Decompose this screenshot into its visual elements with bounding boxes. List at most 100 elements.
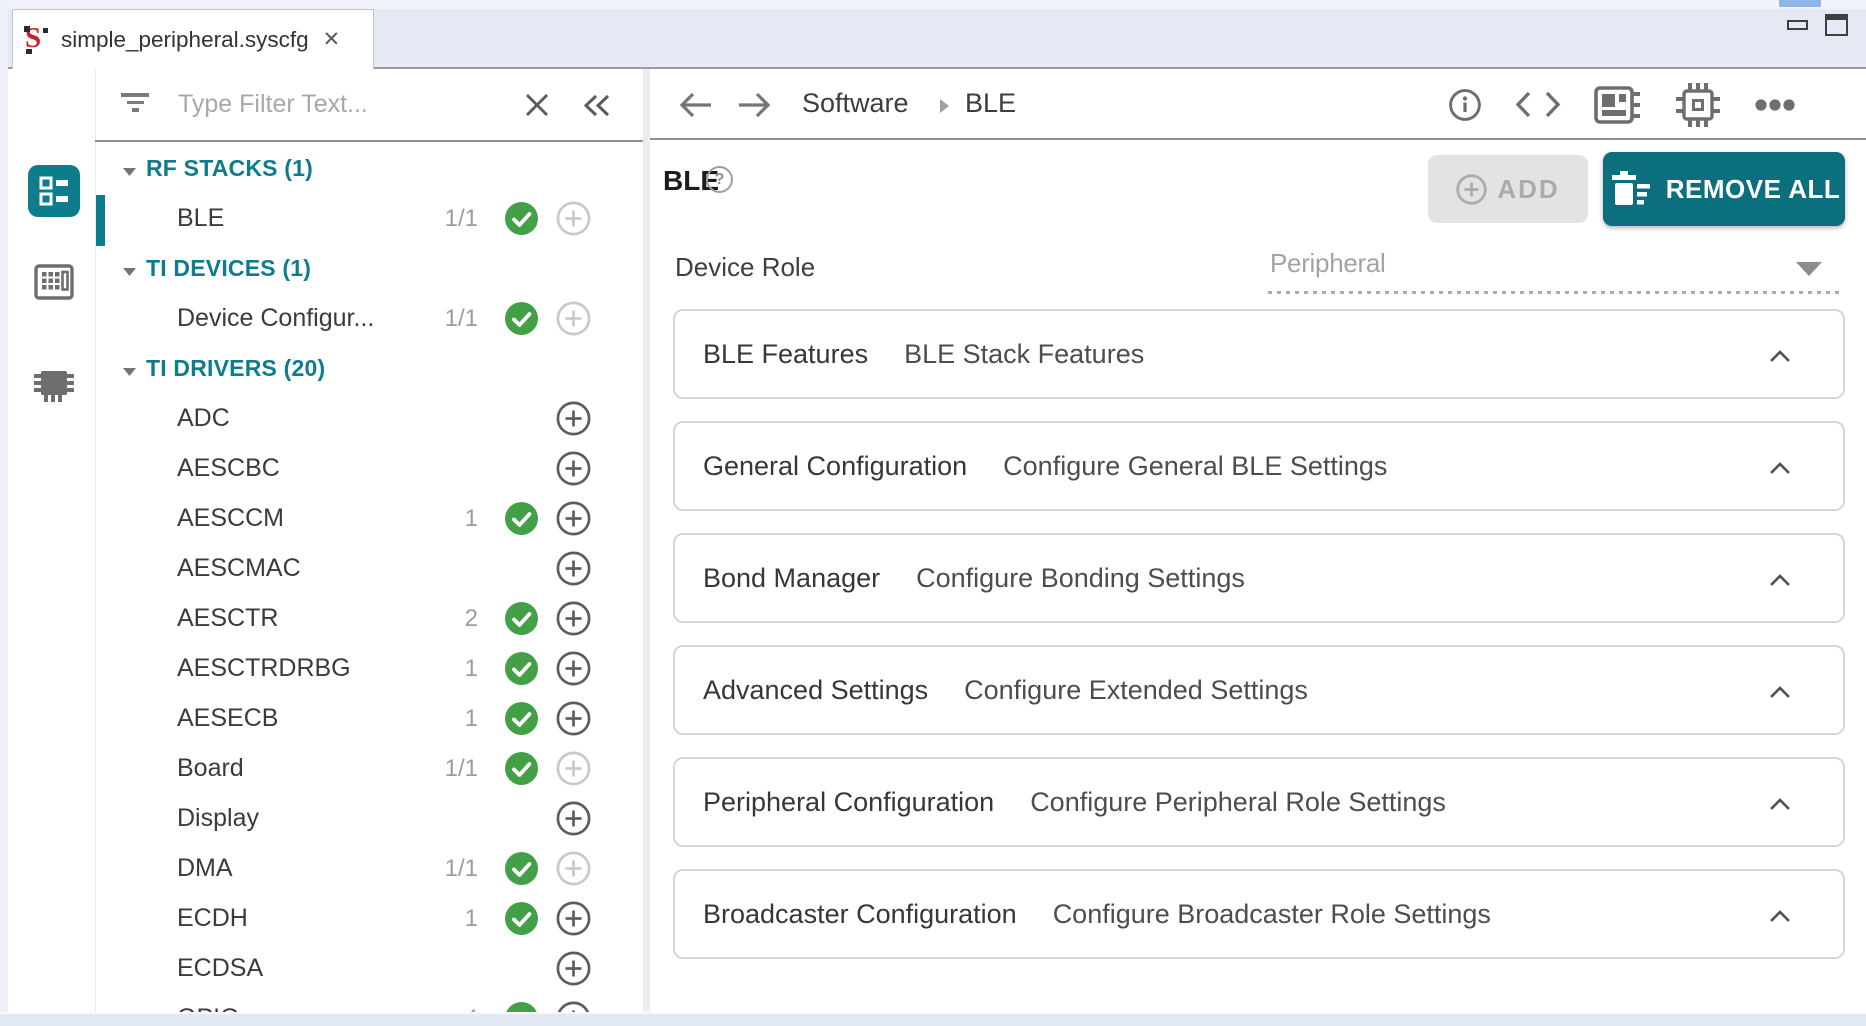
- tree-module-row[interactable]: AESCCM 1: [95, 493, 643, 543]
- forward-arrow-icon[interactable]: [736, 91, 772, 124]
- trash-list-icon: [1608, 171, 1654, 207]
- minimize-window-button[interactable]: [1787, 20, 1808, 30]
- board-pinmux-icon[interactable]: [1594, 84, 1642, 126]
- back-arrow-icon[interactable]: [678, 91, 714, 124]
- add-module-icon[interactable]: [556, 601, 591, 636]
- help-icon[interactable]: ?: [706, 166, 733, 193]
- view-rail: [8, 69, 96, 1012]
- add-module-icon[interactable]: [556, 851, 591, 886]
- sysconfig-window: S simple_peripheral.syscfg ✕: [0, 0, 1866, 1026]
- collapse-chevron-icon[interactable]: [1769, 462, 1791, 480]
- add-plus-icon: [1456, 174, 1487, 205]
- add-module-icon[interactable]: [556, 651, 591, 686]
- tree-module-row[interactable]: AESCTR 2: [95, 593, 643, 643]
- tree-module-label: DMA: [177, 854, 233, 883]
- section-title: General Configuration: [703, 451, 967, 482]
- tab-close-icon[interactable]: ✕: [323, 29, 341, 50]
- tree-module-label: AESECB: [177, 704, 278, 733]
- rail-device-view-button[interactable]: [28, 359, 80, 411]
- tree-module-row[interactable]: ADC: [95, 393, 643, 443]
- caret-down-icon: [122, 364, 137, 382]
- config-section-card[interactable]: Advanced Settings Configure Extended Set…: [673, 645, 1845, 735]
- collapse-chevron-icon[interactable]: [1769, 350, 1791, 368]
- collapse-chevron-icon[interactable]: [1769, 798, 1791, 816]
- add-button[interactable]: ADD: [1428, 155, 1588, 223]
- tree-module-row[interactable]: BLE 1/1: [95, 193, 643, 243]
- tree-module-label: BLE: [177, 204, 224, 233]
- code-icon[interactable]: [1515, 89, 1561, 120]
- add-module-icon[interactable]: [556, 401, 591, 436]
- tree-category-label: RF STACKS (1): [146, 155, 313, 182]
- filter-row: [96, 69, 643, 140]
- rail-board-view-button[interactable]: [28, 256, 80, 308]
- section-title: Broadcaster Configuration: [703, 899, 1017, 930]
- device-view-icon: [32, 364, 76, 406]
- tree-module-row[interactable]: DMA 1/1: [95, 843, 643, 893]
- config-section-card[interactable]: Peripheral Configuration Configure Perip…: [673, 757, 1845, 847]
- maximize-window-button[interactable]: [1825, 14, 1848, 36]
- add-module-icon[interactable]: [556, 451, 591, 486]
- collapse-chevron-icon[interactable]: [1769, 686, 1791, 704]
- editor-tab[interactable]: S simple_peripheral.syscfg ✕: [12, 9, 374, 69]
- check-badge-icon: [505, 602, 538, 635]
- tree-module-count: 1/1: [388, 755, 478, 783]
- add-module-icon[interactable]: [556, 901, 591, 936]
- config-section-card[interactable]: BLE Features BLE Stack Features: [673, 309, 1845, 399]
- breadcrumb-ble: BLE: [965, 88, 1016, 119]
- tree-module-row[interactable]: AESCMAC: [95, 543, 643, 593]
- info-icon[interactable]: [1448, 88, 1482, 122]
- tree-module-row[interactable]: Device Configur... 1/1: [95, 293, 643, 343]
- add-module-icon[interactable]: [556, 551, 591, 586]
- caret-down-icon: [122, 264, 137, 282]
- add-module-icon[interactable]: [556, 501, 591, 536]
- tree-module-row[interactable]: AESECB 1: [95, 693, 643, 743]
- tree-module-row[interactable]: AESCBC: [95, 443, 643, 493]
- config-section-card[interactable]: Broadcaster Configuration Configure Broa…: [673, 869, 1845, 959]
- device-role-select[interactable]: Peripheral: [1268, 234, 1840, 294]
- config-toolbar: Software BLE: [650, 69, 1866, 140]
- tree-module-row[interactable]: ECDH 1: [95, 893, 643, 943]
- section-subtitle: Configure Extended Settings: [964, 675, 1308, 706]
- add-module-icon[interactable]: [556, 201, 591, 236]
- tree-module-row[interactable]: ECDSA: [95, 943, 643, 993]
- collapse-panel-icon[interactable]: [583, 93, 611, 123]
- board-view-icon: [33, 262, 75, 302]
- tree-module-label: Board: [177, 754, 244, 783]
- section-subtitle: Configure Bonding Settings: [916, 563, 1245, 594]
- tree-module-row[interactable]: Display: [95, 793, 643, 843]
- chip-icon[interactable]: [1675, 82, 1721, 128]
- filter-input[interactable]: [176, 83, 506, 125]
- tree-category-row[interactable]: RF STACKS (1): [95, 143, 643, 193]
- add-module-icon[interactable]: [556, 701, 591, 736]
- overflow-menu-icon[interactable]: [1754, 98, 1796, 112]
- tree-category-label: TI DRIVERS (20): [146, 355, 325, 382]
- check-badge-icon: [505, 652, 538, 685]
- dropdown-caret-icon: [1796, 262, 1822, 276]
- tree-module-label: AESCTRDRBG: [177, 654, 351, 683]
- tree-module-row[interactable]: Board 1/1: [95, 743, 643, 793]
- check-badge-icon: [505, 852, 538, 885]
- select-underline: [1268, 291, 1840, 294]
- rail-software-view-button[interactable]: [28, 165, 80, 217]
- check-badge-icon: [505, 902, 538, 935]
- add-module-icon[interactable]: [556, 301, 591, 336]
- tree-module-count: 1: [388, 505, 478, 533]
- tree-module-row[interactable]: AESCTRDRBG 1: [95, 643, 643, 693]
- add-module-icon[interactable]: [556, 951, 591, 986]
- breadcrumb-software[interactable]: Software: [802, 88, 909, 119]
- tree-module-label: Device Configur...: [177, 304, 374, 333]
- collapse-chevron-icon[interactable]: [1769, 910, 1791, 928]
- add-module-icon[interactable]: [556, 751, 591, 786]
- remove-all-button[interactable]: REMOVE ALL: [1603, 152, 1845, 226]
- config-section-card[interactable]: Bond Manager Configure Bonding Settings: [673, 533, 1845, 623]
- add-module-icon[interactable]: [556, 801, 591, 836]
- tree-category-row[interactable]: TI DRIVERS (20): [95, 343, 643, 393]
- collapse-chevron-icon[interactable]: [1769, 574, 1791, 592]
- config-section-card[interactable]: General Configuration Configure General …: [673, 421, 1845, 511]
- panel-divider[interactable]: [643, 69, 650, 1012]
- tree-module-label: ADC: [177, 404, 230, 433]
- tree-category-row[interactable]: TI DEVICES (1): [95, 243, 643, 293]
- tree-module-count: 1/1: [388, 205, 478, 233]
- clear-filter-icon[interactable]: [524, 92, 550, 123]
- sysconfig-logo-icon: S: [23, 25, 49, 55]
